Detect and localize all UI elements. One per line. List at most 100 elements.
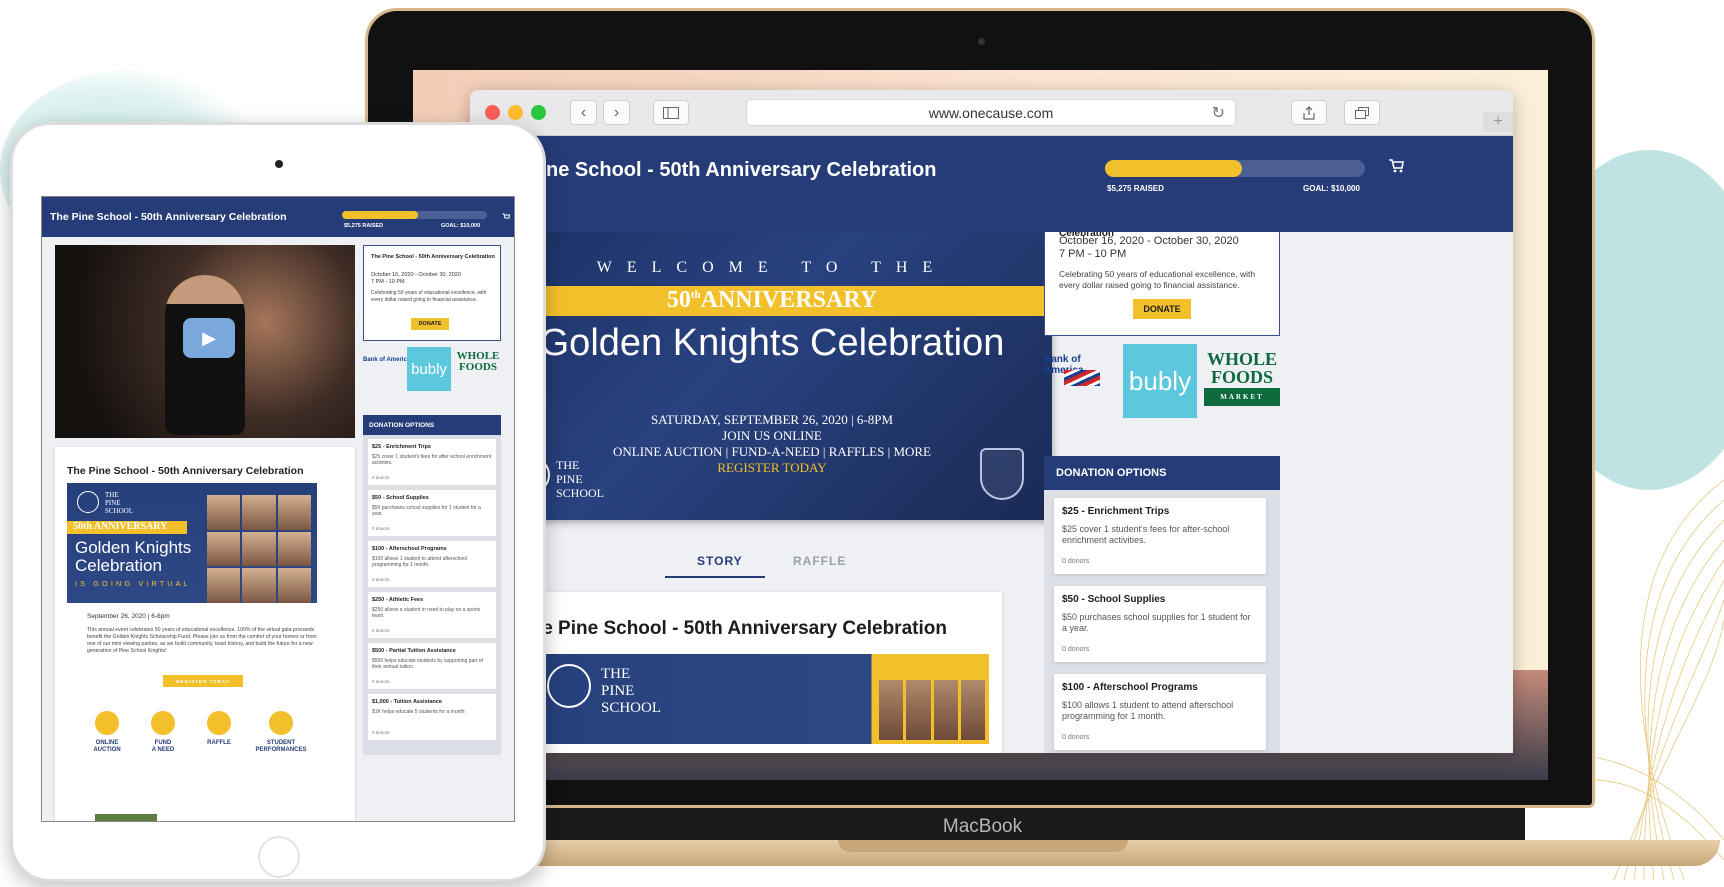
donation-option[interactable]: $100 - Afterschool Programs $100 allows 1… — [368, 541, 496, 587]
address-bar[interactable]: www.onecause.com ↻ — [746, 99, 1236, 126]
laptop-camera — [978, 38, 985, 45]
sponsor-bank-of-america[interactable]: Bank of America — [1044, 354, 1120, 404]
sponsor-bubly[interactable]: bubly — [407, 347, 451, 391]
fundraising-progress-bar — [1105, 160, 1365, 177]
tablet-site-header: The Pine School - 50th Anniversary Celeb… — [42, 197, 514, 237]
school-name-logo: THE PINE SCHOOL — [556, 458, 605, 500]
donation-option[interactable]: $1,000 - Tuition Assistance $1K helps edu… — [368, 694, 496, 740]
student-photo-grid — [879, 680, 985, 740]
sponsor-logos: Bank of America bubly WHOLE FOODS — [363, 347, 501, 395]
hero-welcome-text: WELCOME TO THE — [596, 259, 948, 276]
tab-raffle[interactable]: RAFFLE — [793, 554, 846, 568]
feature-raffle[interactable]: RAFFLE — [189, 711, 249, 747]
donation-options-header: DONATION OPTIONS — [363, 415, 501, 435]
sidebar-icon[interactable] — [653, 100, 689, 125]
story-card: The Pine School - 50th Anniversary Celeb… — [505, 592, 1002, 753]
minimize-window-button[interactable] — [508, 105, 523, 120]
raised-amount: $5,275 RAISED — [1107, 184, 1164, 193]
shield-icon — [980, 448, 1024, 500]
donation-options-header: DONATION OPTIONS — [1044, 456, 1280, 490]
raised-amount: $5,275 RAISED — [344, 223, 384, 229]
donation-option[interactable]: $50 - School Supplies $50 purchases schoo… — [368, 490, 496, 536]
close-window-button[interactable] — [485, 105, 500, 120]
progress-fill — [1105, 160, 1243, 177]
content-tabs: STORY RAFFLE — [665, 548, 885, 578]
sponsor-logos: Bank of America bubly WHOLEFOODS MARKET — [1044, 344, 1280, 422]
tablet-home-button[interactable] — [258, 836, 300, 878]
hero-headline: Golden Knights Celebration — [539, 322, 1005, 364]
url-text: www.onecause.com — [928, 104, 1054, 121]
donation-option[interactable]: $25 - Enrichment Trips $25 cover 1 studen… — [368, 439, 496, 485]
fundraising-progress-bar — [342, 211, 487, 219]
auction-icon — [95, 711, 119, 735]
feature-student-performances[interactable]: STUDENT PERFORMANCES — [251, 711, 311, 754]
feature-online-auction[interactable]: ONLINE AUCTION — [77, 711, 137, 754]
cart-icon[interactable] — [1388, 158, 1404, 174]
browser-toolbar: ‹ › www.onecause.com ↻ — [470, 90, 1513, 136]
sponsor-bubly[interactable]: bubly — [1123, 344, 1197, 418]
donation-options-list: $25 - Enrichment Trips $25 cover 1 studen… — [363, 435, 501, 755]
banner-anniversary: 50th ANNIVERSARY — [73, 521, 168, 532]
forward-icon[interactable]: › — [603, 100, 630, 125]
event-dates: October 16, 2020 - October 30, 2020 7 PM… — [1059, 235, 1239, 260]
sponsor-whole-foods[interactable]: WHOLE FOODS MARKET — [1204, 350, 1280, 412]
tablet-screen: The Pine School - 50th Anniversary Celeb… — [41, 196, 515, 822]
sponsor-bank-of-america[interactable]: Bank of America — [363, 357, 410, 363]
donation-option[interactable]: $25 - Enrichment Trips $25 cover 1 stude… — [1054, 498, 1266, 574]
story-banner: THE PINE SCHOOL 50th ANNIVERSARY Golden Kn… — [67, 483, 317, 603]
school-crest-icon — [547, 664, 591, 708]
event-info-card: The Pine School - 50th Anniversary Celeb… — [1044, 232, 1280, 336]
story-date: September 26, 2020 | 6-8pm — [87, 613, 170, 620]
story-image-partial — [95, 814, 157, 821]
cart-icon[interactable] — [502, 213, 510, 221]
banner-subtitle: IS GOING VIRTUAL — [75, 579, 191, 588]
school-crest-icon — [77, 491, 99, 513]
story-card: The Pine School - 50th Anniversary Celeb… — [55, 447, 355, 821]
browser-window: ‹ › www.onecause.com ↻ The Pine School -… — [470, 90, 1513, 753]
play-icon[interactable]: ▶ — [183, 318, 235, 358]
donation-option[interactable]: $100 - Afterschool Programs $100 allows … — [1054, 674, 1266, 750]
heart-icon — [151, 711, 175, 735]
tabs-icon[interactable] — [1344, 100, 1380, 125]
laptop-notch — [838, 840, 1128, 852]
hero-anniversary: 50thANNIVERSARY — [666, 287, 878, 313]
donation-options-list: $25 - Enrichment Trips $25 cover 1 stude… — [1044, 490, 1280, 753]
event-info-card: The Pine School - 50th Anniversary Celeb… — [363, 245, 501, 341]
site-body: WELCOME TO THE 50thANNIVERSARY Golden Kn… — [470, 232, 1513, 753]
new-tab-icon[interactable]: + — [1483, 112, 1513, 132]
tab-story[interactable]: STORY — [697, 554, 743, 568]
share-icon[interactable] — [1291, 100, 1327, 125]
donation-option[interactable]: $250 - Athletic Fees $250 allows a studen… — [368, 592, 496, 638]
sponsor-whole-foods[interactable]: WHOLE FOODS — [455, 351, 501, 373]
donation-option[interactable]: $500 - Partial Tuition Assistance $500 he… — [368, 643, 496, 689]
student-photo-grid — [207, 495, 311, 603]
feature-fund-a-need[interactable]: FUND A NEED — [133, 711, 193, 754]
progress-fill — [342, 211, 419, 219]
story-title: The Pine School - 50th Anniversary Celeb… — [67, 465, 304, 477]
zoom-window-button[interactable] — [531, 105, 546, 120]
story-banner: THE PINE SCHOOL — [519, 654, 989, 744]
banner-headline: Golden Knights Celebration — [75, 538, 192, 575]
laptop-brand: MacBook — [942, 816, 1023, 837]
goal-amount: GOAL: $10,000 — [441, 223, 481, 229]
hero-banner: WELCOME TO THE 50thANNIVERSARY Golden Kn… — [492, 232, 1052, 520]
school-name-logo: THE PINE SCHOOL — [105, 491, 134, 515]
event-video[interactable]: ▶ — [55, 245, 355, 438]
story-body: This annual event celebrates 50 years of… — [87, 627, 317, 654]
reload-icon[interactable]: ↻ — [1212, 103, 1225, 123]
donation-option[interactable]: $50 - School Supplies $50 purchases scho… — [1054, 586, 1266, 662]
donate-button[interactable]: DONATE — [411, 318, 449, 330]
performance-icon — [269, 711, 293, 735]
site-title: The Pine School - 50th Anniversary Celeb… — [50, 211, 287, 223]
site-title: The Pine School - 50th Anniversary Celeb… — [486, 159, 937, 181]
goal-amount: GOAL: $10,000 — [1303, 184, 1360, 193]
ticket-icon — [207, 711, 231, 735]
donate-button[interactable]: DONATE — [1133, 299, 1191, 319]
story-title: The Pine School - 50th Anniversary Celeb… — [519, 618, 947, 639]
back-icon[interactable]: ‹ — [570, 100, 597, 125]
event-description: Celebrating 50 years of educational exce… — [1059, 269, 1256, 290]
school-name-logo: THE PINE SCHOOL — [601, 666, 662, 716]
feature-icons: ONLINE AUCTION FUND A NEED RAFFLE STUDENT P… — [77, 711, 337, 771]
register-button[interactable]: REGISTER TODAY — [163, 675, 243, 687]
site-header: The Pine School - 50th Anniversary Celeb… — [470, 136, 1513, 232]
